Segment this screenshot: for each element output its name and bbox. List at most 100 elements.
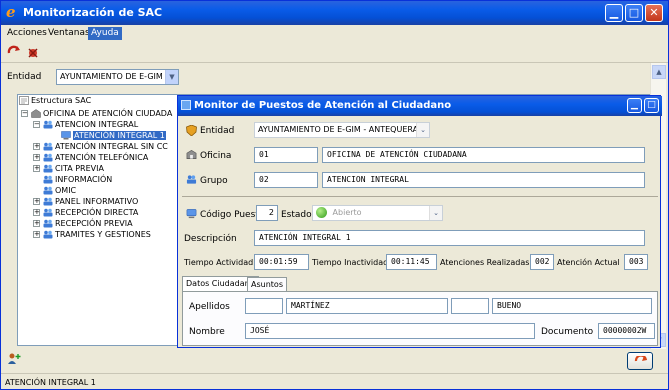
expand-icon[interactable]: + [33, 209, 40, 216]
tree-item-label: ATENCIÓN TELEFÓNICA [55, 153, 149, 162]
tree-item[interactable]: Estructura SAC [19, 95, 91, 106]
atencion-actual-label: Atención Actual [557, 258, 620, 267]
monitor-title-bar[interactable]: Monitor de Puestos de Atención al Ciudad… [178, 96, 662, 116]
menu-ayuda[interactable]: Ayuda [88, 27, 122, 40]
tab-asuntos[interactable]: Asuntos [247, 277, 287, 291]
status-text: ATENCIÓN INTEGRAL 1 [5, 378, 96, 387]
entidad-select[interactable]: AYUNTAMIENTO DE E-GIM ▼ [56, 69, 179, 85]
exit-button[interactable] [627, 352, 653, 370]
monitor-title: Monitor de Puestos de Atención al Ciudad… [194, 100, 452, 111]
monitor-window: Monitor de Puestos de Atención al Ciudad… [177, 95, 662, 348]
nombre-field[interactable]: JOSÉ [245, 323, 535, 339]
monitor-maximize-button[interactable]: □ [644, 98, 659, 113]
toolbar [1, 41, 668, 63]
menu-acciones[interactable]: Acciones [4, 27, 50, 40]
estado-select[interactable]: Abierto ⌄ [312, 205, 443, 221]
tree-item[interactable]: ATENCIÓN INTEGRAL 1 [51, 130, 166, 141]
tiempo-actividad-label: Tiempo Actividad [184, 258, 254, 267]
group-icon [43, 186, 53, 195]
apellido-prefix-2-field[interactable] [451, 298, 489, 314]
chevron-down-icon[interactable]: ⌄ [429, 206, 442, 220]
expand-icon[interactable]: + [33, 231, 40, 238]
tree-item[interactable]: + RECEPCIÓN DIRECTA [33, 207, 138, 218]
tiempo-inactividad-field[interactable]: 00:11:45 [386, 254, 437, 270]
expand-icon[interactable]: + [33, 143, 40, 150]
tree-item-label: Estructura SAC [31, 96, 92, 105]
office-icon [186, 150, 197, 159]
app-e-icon: e [6, 3, 16, 21]
tree-item-label: TRAMITES Y GESTIONES [55, 230, 151, 239]
chevron-down-icon[interactable]: ⌄ [416, 123, 429, 137]
tree-item[interactable]: + ATENCIÓN INTEGRAL SIN CC [33, 141, 168, 152]
estado-label: Estado [281, 210, 312, 220]
minimize-button[interactable]: ▁ [605, 4, 623, 22]
monitor-entidad-label: Entidad [200, 126, 235, 136]
tab-panel: Apellidos MARTÍNEZ BUENO Nombre JOSÉ Doc… [182, 291, 658, 346]
group-icon [43, 219, 53, 228]
monitor-window-icon [181, 100, 191, 110]
monitor-entidad-value: AYUNTAMIENTO DE E-GIM - ANTEQUERA [258, 125, 419, 134]
tree-item-label: ATENCIÓN INTEGRAL SIN CC [55, 142, 168, 151]
grupo-name-field[interactable]: ATENCION INTEGRAL [322, 172, 645, 188]
oficina-label: Oficina [200, 151, 232, 161]
group-icon [43, 153, 53, 162]
chevron-down-icon[interactable]: ▼ [165, 70, 178, 84]
descripcion-field[interactable]: ATENCIÓN INTEGRAL 1 [254, 230, 645, 246]
grupo-code-field[interactable]: 02 [254, 172, 318, 188]
tree-item-label: ATENCIÓN INTEGRAL 1 [73, 131, 166, 140]
expand-icon[interactable]: + [33, 198, 40, 205]
expand-icon[interactable]: + [33, 220, 40, 227]
add-user-icon[interactable] [7, 353, 21, 365]
tree-item[interactable]: + RECEPCIÓN PREVIA [33, 218, 133, 229]
tree-root-icon [19, 96, 29, 105]
oficina-code-field[interactable]: 01 [254, 147, 318, 163]
tree-item[interactable]: + PANEL INFORMATIVO [33, 196, 138, 207]
refresh-icon[interactable] [6, 45, 22, 59]
entidad-select-value: AYUNTAMIENTO DE E-GIM [60, 72, 163, 81]
group-icon [43, 164, 53, 173]
tree-item[interactable]: + TRAMITES Y GESTIONES [33, 229, 151, 240]
separator [182, 196, 658, 197]
tree-item[interactable]: − OFICINA DE ATENCIÓN CIUDADA [21, 108, 172, 119]
menu-ventanas[interactable]: Ventanas [45, 27, 93, 40]
office-icon [31, 109, 41, 118]
tree-item-label: INFORMACIÓN [55, 175, 113, 184]
title-bar[interactable]: e Monitorización de SAC ▁ □ ✕ [1, 1, 668, 25]
tiempo-actividad-field[interactable]: 00:01:59 [254, 254, 309, 270]
expand-icon[interactable]: + [33, 154, 40, 161]
collapse-icon[interactable]: − [33, 121, 40, 128]
apellido-prefix-1-field[interactable] [245, 298, 283, 314]
oficina-name-field[interactable]: OFICINA DE ATENCIÓN CIUDADANA [322, 147, 645, 163]
tree-item[interactable]: OMIC [33, 185, 76, 196]
group-icon [43, 120, 53, 129]
group-icon [43, 230, 53, 239]
monitor-entidad-select[interactable]: AYUNTAMIENTO DE E-GIM - ANTEQUERA ⌄ [254, 122, 430, 138]
tree-panel: Estructura SAC − OFICINA DE ATENCIÓN CIUDA… [17, 94, 187, 346]
scroll-up-icon[interactable]: ▲ [652, 65, 666, 79]
expand-icon[interactable]: + [33, 165, 40, 172]
tree-item-label: PANEL INFORMATIVO [55, 197, 139, 206]
monitor-minimize-button[interactable]: ▁ [627, 98, 642, 113]
codigo-puesto-label: Código Puesto [200, 210, 265, 220]
main-window: e Monitorización de SAC ▁ □ ✕ Acciones V… [0, 0, 669, 390]
tree-item[interactable]: − ATENCION INTEGRAL [33, 119, 138, 130]
tree-item[interactable]: + CITA PREVIA [33, 163, 104, 174]
atencion-actual-field[interactable]: 003 [624, 254, 648, 270]
tree-item-label: RECEPCIÓN PREVIA [55, 219, 133, 228]
connect-icon[interactable] [25, 45, 41, 59]
maximize-button[interactable]: □ [625, 4, 643, 22]
atenciones-field[interactable]: 002 [530, 254, 554, 270]
nombre-label: Nombre [189, 327, 225, 337]
computer-icon [61, 131, 71, 140]
apellido1-field[interactable]: MARTÍNEZ [286, 298, 448, 314]
tree-item-label: RECEPCIÓN DIRECTA [55, 208, 139, 217]
collapse-icon[interactable]: − [21, 110, 28, 117]
apellido2-field[interactable]: BUENO [492, 298, 652, 314]
tree-item[interactable]: + ATENCIÓN TELEFÓNICA [33, 152, 148, 163]
close-button[interactable]: ✕ [645, 4, 663, 22]
tree-item-label: OMIC [55, 186, 77, 195]
codigo-puesto-field[interactable]: 2 [256, 205, 278, 221]
group-icon [186, 175, 197, 184]
tree-item[interactable]: INFORMACIÓN [33, 174, 112, 185]
documento-field[interactable]: 00000002W [598, 323, 655, 339]
